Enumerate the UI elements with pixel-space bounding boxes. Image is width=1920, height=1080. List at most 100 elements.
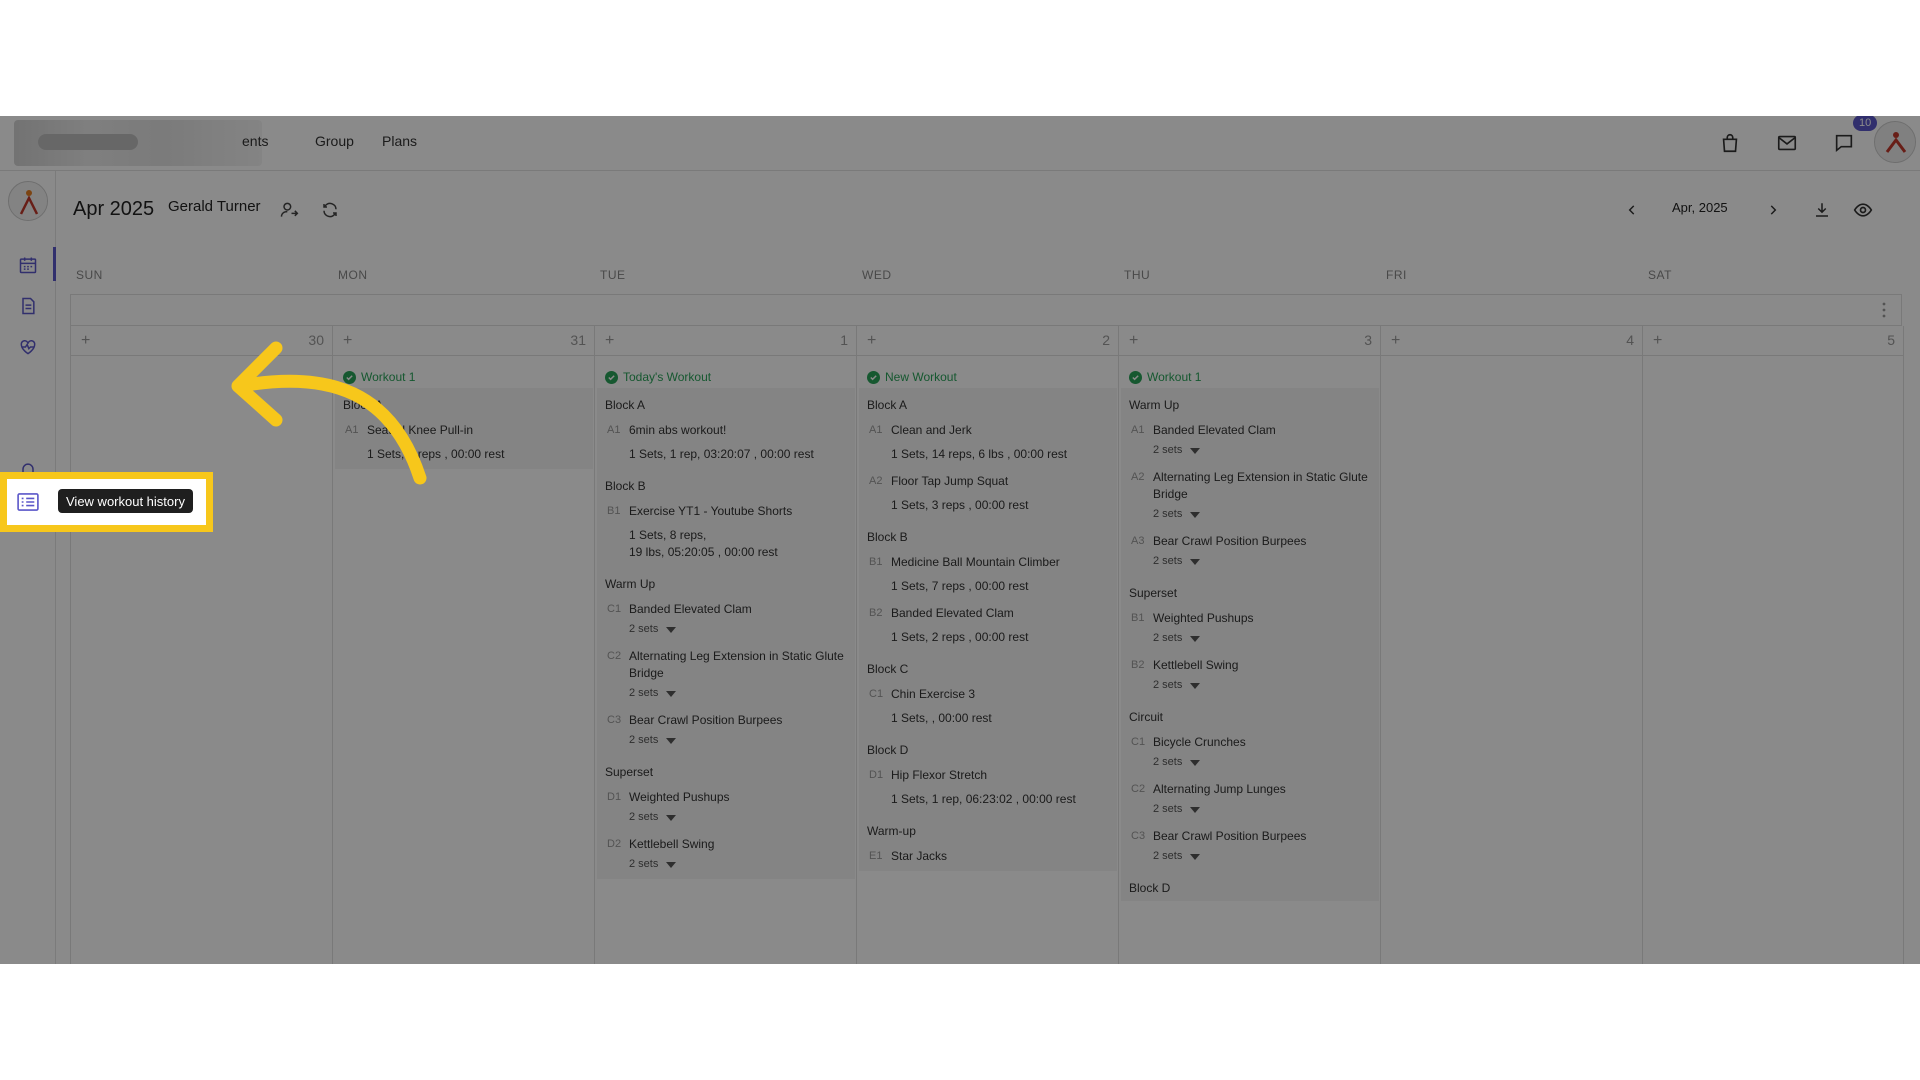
day-cell-sat[interactable]: +5 [1642, 326, 1904, 964]
block-label: Block D [867, 743, 909, 757]
document-icon[interactable] [12, 290, 44, 322]
exercise-item[interactable]: A3 Bear Crawl Position Burpees 2 sets [1121, 529, 1379, 576]
exercise-item[interactable]: A1 Clean and Jerk 1 Sets, 14 reps, 6 lbs ,… [859, 418, 1117, 469]
caret-down-icon[interactable] [1190, 447, 1201, 454]
caret-down-icon[interactable] [1190, 853, 1201, 860]
sets-dropdown[interactable]: 2 sets [629, 856, 847, 873]
caret-down-icon[interactable] [1190, 511, 1201, 518]
add-workout-button[interactable]: + [81, 332, 90, 350]
next-month-button[interactable] [1761, 198, 1785, 222]
calendar-icon[interactable] [12, 249, 44, 281]
exercise-item[interactable]: C2 Alternating Leg Extension in Static Gl… [597, 644, 855, 708]
download-icon[interactable] [1810, 198, 1834, 222]
workout-title[interactable]: New Workout [859, 357, 1117, 388]
user-avatar[interactable] [1874, 121, 1916, 163]
exercise-item[interactable]: C1 Chin Exercise 3 1 Sets, , 00:00 rest [859, 682, 1117, 733]
sets-dropdown[interactable]: 2 sets [1153, 506, 1371, 523]
mail-icon[interactable] [1772, 128, 1802, 158]
sets-dropdown[interactable]: 2 sets [629, 685, 847, 702]
workout-card[interactable]: Today's Workout Block A A1 6min abs workout… [597, 357, 855, 879]
heart-rate-icon[interactable] [12, 331, 44, 363]
switch-client-icon[interactable] [277, 198, 301, 222]
exercise-item[interactable]: C3 Bear Crawl Position Burpees 2 sets [1121, 824, 1379, 871]
add-workout-button[interactable]: + [867, 332, 876, 350]
exercise-item[interactable]: B2 Banded Elevated Clam 1 Sets, 2 reps , 0… [859, 601, 1117, 652]
add-workout-button[interactable]: + [1129, 332, 1138, 350]
day-number: 30 [308, 332, 324, 348]
exercise-item[interactable]: C2 Alternating Jump Lunges 2 sets [1121, 777, 1379, 824]
client-avatar[interactable] [8, 181, 48, 221]
sets-dropdown[interactable]: 2 sets [1153, 553, 1371, 570]
exercise-item[interactable]: B1 Weighted Pushups 2 sets [1121, 606, 1379, 653]
sets-dropdown[interactable]: 2 sets [1153, 801, 1371, 818]
caret-down-icon[interactable] [1190, 759, 1201, 766]
prev-month-button[interactable] [1620, 198, 1644, 222]
exercise-name: Exercise YT1 - Youtube Shorts [629, 504, 793, 518]
sets-dropdown[interactable]: 2 sets [1153, 677, 1371, 694]
nav-link-plans[interactable]: Plans [382, 133, 417, 149]
exercise-item[interactable]: A2 Alternating Leg Extension in Static Gl… [1121, 465, 1379, 529]
caret-down-icon[interactable] [666, 814, 677, 821]
sets-dropdown[interactable]: 2 sets [629, 732, 847, 749]
sets-dropdown[interactable]: 2 sets [629, 809, 847, 826]
app-window: ents Group Plans 10 Apr 2025 Gerald Turn… [0, 116, 1920, 964]
add-workout-button[interactable]: + [1653, 332, 1662, 350]
caret-down-icon[interactable] [1190, 558, 1201, 565]
day-cell-tue[interactable]: +1 Today's Workout Block A A1 6min abs work… [594, 326, 856, 964]
exercise-item[interactable]: B1 Exercise YT1 - Youtube Shorts 1 Sets, 8… [597, 499, 855, 567]
chat-icon[interactable] [1829, 128, 1859, 158]
nav-link-clients[interactable]: ents [242, 133, 268, 149]
workout-title[interactable]: Workout 1 [1121, 357, 1379, 388]
exercise-item[interactable]: A2 Floor Tap Jump Squat 1 Sets, 3 reps , 0… [859, 469, 1117, 520]
more-vertical-icon[interactable] [1877, 301, 1891, 319]
exercise-detail: 1 Sets, 8 reps, [629, 528, 707, 542]
refresh-icon[interactable] [318, 198, 342, 222]
caret-down-icon[interactable] [666, 690, 677, 697]
exercise-item[interactable]: C3 Bear Crawl Position Burpees 2 sets [597, 708, 855, 755]
day-cell-fri[interactable]: +4 [1380, 326, 1642, 964]
chat-badge: 10 [1853, 116, 1878, 131]
exercise-item[interactable]: E1 Star Jacks [859, 844, 1117, 871]
exercise-item[interactable]: B2 Kettlebell Swing 2 sets [1121, 653, 1379, 700]
exercise-item[interactable]: C1 Bicycle Crunches 2 sets [1121, 730, 1379, 777]
exercise-item[interactable]: D2 Kettlebell Swing 2 sets [597, 832, 855, 879]
day-cell-thu[interactable]: +3 Workout 1 Warm Up A1 Banded Elevated Cla… [1118, 326, 1380, 964]
all-day-row[interactable] [70, 294, 1902, 326]
day-cell-wed[interactable]: +2 New Workout Block A A1 Clean and Jerk 1 S… [856, 326, 1118, 964]
sets-dropdown[interactable]: 2 sets [1153, 442, 1371, 459]
workout-title[interactable]: Workout 1 [335, 357, 593, 388]
exercise-item[interactable]: C1 Banded Elevated Clam 2 sets [597, 597, 855, 644]
add-workout-button[interactable]: + [1391, 332, 1400, 350]
sets-dropdown[interactable]: 2 sets [1153, 754, 1371, 771]
sets-dropdown[interactable]: 2 sets [1153, 630, 1371, 647]
exercise-item[interactable]: D1 Hip Flexor Stretch 1 Sets, 1 rep, 06:23… [859, 763, 1117, 814]
sets-dropdown[interactable]: 2 sets [1153, 848, 1371, 865]
workout-title[interactable]: Today's Workout [597, 357, 855, 388]
workout-card[interactable]: Workout 1 Block A A1 Seated Knee Pull-in 1 S… [335, 357, 593, 469]
caret-down-icon[interactable] [1190, 682, 1201, 689]
add-workout-button[interactable]: + [605, 332, 614, 350]
exercise-item[interactable]: A1 Banded Elevated Clam 2 sets [1121, 418, 1379, 465]
sets-dropdown[interactable]: 2 sets [629, 621, 847, 638]
exercise-item[interactable]: B1 Medicine Ball Mountain Climber 1 Sets, … [859, 550, 1117, 601]
day-cell-sun[interactable]: +30 [70, 326, 332, 964]
day-number: 3 [1364, 332, 1372, 348]
caret-down-icon[interactable] [666, 626, 677, 633]
exercise-item[interactable]: D1 Weighted Pushups 2 sets [597, 785, 855, 832]
caret-down-icon[interactable] [666, 861, 677, 868]
exercise-item[interactable]: A1 6min abs workout! 1 Sets, 1 rep, 03:20:… [597, 418, 855, 469]
nav-link-group[interactable]: Group [315, 133, 354, 149]
caret-down-icon[interactable] [666, 737, 677, 744]
brand-logo[interactable] [14, 120, 262, 166]
eye-icon[interactable] [1851, 198, 1875, 222]
add-workout-button[interactable]: + [343, 332, 352, 350]
caret-down-icon[interactable] [1190, 806, 1201, 813]
exercise-name: Alternating Jump Lunges [1153, 782, 1286, 796]
workout-history-icon[interactable] [15, 489, 41, 515]
shop-bag-icon[interactable] [1715, 128, 1745, 158]
workout-card[interactable]: New Workout Block A A1 Clean and Jerk 1 Sets… [859, 357, 1117, 871]
caret-down-icon[interactable] [1190, 635, 1201, 642]
workout-card[interactable]: Workout 1 Warm Up A1 Banded Elevated Clam 2 … [1121, 357, 1379, 901]
day-cell-mon[interactable]: +31 Workout 1 Block A A1 Seated Knee Pull-i… [332, 326, 594, 964]
exercise-item[interactable]: A1 Seated Knee Pull-in 1 Sets, 2 reps , 00… [335, 418, 593, 469]
